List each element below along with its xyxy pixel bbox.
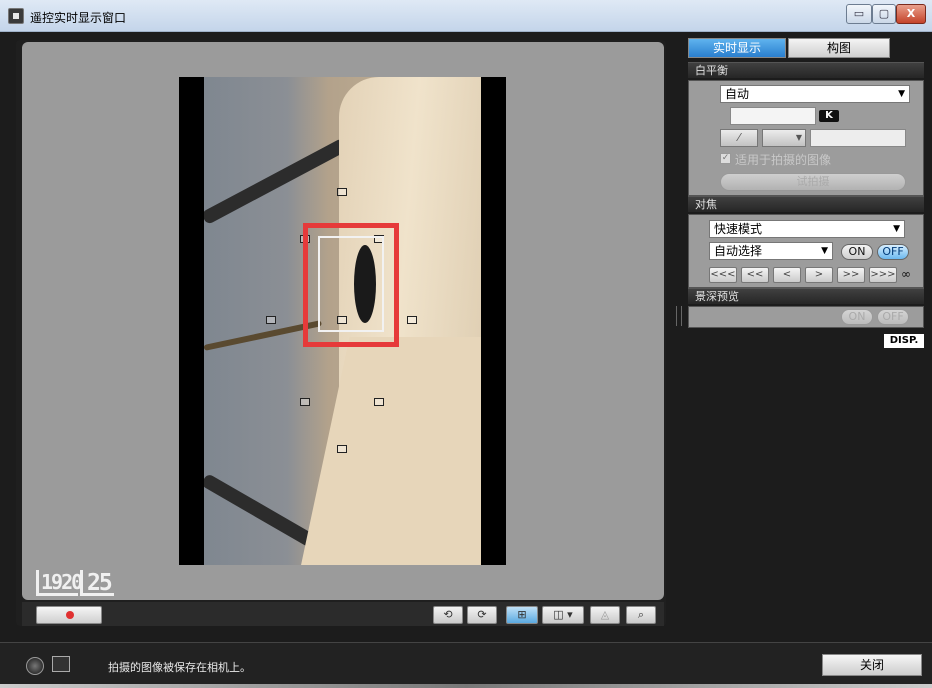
dof-section: ON OFF xyxy=(688,306,924,328)
wb-preset-dropdown[interactable]: ▼ xyxy=(762,129,806,147)
kelvin-field[interactable] xyxy=(730,107,816,125)
af-point-value: 自动选择 xyxy=(714,244,763,258)
af-on-button[interactable]: ON xyxy=(841,244,873,260)
white-balance-section: 自动 ▼ K ⁄ ▼ ✓ 适用于拍摄的图像 试拍摄 xyxy=(688,80,924,196)
chevron-down-icon: ▼ xyxy=(795,133,802,142)
eyedropper-icon: ⁄ xyxy=(738,131,740,144)
close-window-button[interactable]: X xyxy=(896,4,926,24)
status-message: 拍摄的图像被保存在相机上。 xyxy=(108,661,251,674)
record-icon xyxy=(66,611,74,619)
tripod-leg xyxy=(204,137,349,226)
app-icon xyxy=(8,8,24,24)
chevron-down-icon: ▼ xyxy=(821,246,828,256)
grid-button[interactable]: ⊞ xyxy=(506,606,538,624)
dof-on-button[interactable]: ON xyxy=(841,309,873,325)
white-balance-select[interactable]: 自动 ▼ xyxy=(720,85,910,103)
close-button[interactable]: 关闭 xyxy=(822,654,922,676)
af-point-select[interactable]: 自动选择 ▼ xyxy=(709,242,833,260)
focus-far-3-button[interactable]: >>> xyxy=(869,267,897,283)
af-point[interactable] xyxy=(337,188,347,196)
wb-custom-field[interactable] xyxy=(810,129,906,147)
minimize-button[interactable]: ▭ xyxy=(846,4,872,24)
histogram-button[interactable]: ◬ xyxy=(590,606,620,624)
af-point[interactable] xyxy=(407,316,417,324)
disp-button[interactable]: DISP. xyxy=(884,334,924,348)
control-panel: 实时显示 构图 白平衡 自动 ▼ K ⁄ ▼ ✓ 适用于拍摄的图像 试拍摄 对焦… xyxy=(688,38,926,638)
tab-composition[interactable]: 构图 xyxy=(788,38,890,58)
dof-off-button[interactable]: OFF xyxy=(877,309,909,325)
camera-save-icon xyxy=(52,656,70,672)
zoom-button[interactable]: ⌕ xyxy=(626,606,656,624)
backdrop-cloth xyxy=(298,337,481,565)
tab-live-view[interactable]: 实时显示 xyxy=(688,38,786,58)
status-bar: 拍摄的图像被保存在相机上。 关闭 xyxy=(0,642,932,688)
focus-near-1-button[interactable]: < xyxy=(773,267,801,283)
focus-nav: <<< << < > >> >>> ∞ xyxy=(709,267,919,283)
panel-splitter[interactable] xyxy=(676,306,682,326)
title-bar: 遥控实时显示窗口 ▭ ▢ X xyxy=(0,0,932,32)
kelvin-k-icon: K xyxy=(819,110,839,122)
resolution-badge: 1920 xyxy=(36,570,83,596)
infinity-icon: ∞ xyxy=(901,267,911,281)
af-point[interactable] xyxy=(374,398,384,406)
window-title: 遥控实时显示窗口 xyxy=(30,11,127,25)
af-off-button[interactable]: OFF xyxy=(877,244,909,260)
bottom-edge xyxy=(0,684,932,688)
focus-near-2-button[interactable]: << xyxy=(741,267,769,283)
test-shot-button[interactable]: 试拍摄 xyxy=(720,173,906,191)
focus-mode-value: 快速模式 xyxy=(714,222,763,236)
apply-checkbox[interactable]: ✓ xyxy=(720,153,731,164)
focus-far-2-button[interactable]: >> xyxy=(837,267,865,283)
eyedropper-button[interactable]: ⁄ xyxy=(720,129,758,147)
focus-section: 快速模式 ▼ 自动选择 ▼ ON OFF <<< << < > >> >>> ∞ xyxy=(688,214,924,288)
rotate-left-button[interactable]: ⟲ xyxy=(433,606,463,624)
af-point[interactable] xyxy=(266,316,276,324)
maximize-button[interactable]: ▢ xyxy=(872,4,896,24)
white-balance-value: 自动 xyxy=(725,87,750,101)
af-point[interactable] xyxy=(337,445,347,453)
focus-mode-select[interactable]: 快速模式 ▼ xyxy=(709,220,905,238)
disp-label: DISP. xyxy=(889,335,919,346)
apply-label: 适用于拍摄的图像 xyxy=(735,153,832,167)
focus-header: 对焦 xyxy=(688,196,924,212)
rotate-right-button[interactable]: ⟳ xyxy=(467,606,497,624)
frame-select-button[interactable]: ◫ ▾ xyxy=(542,606,584,624)
white-balance-header: 白平衡 xyxy=(688,62,924,78)
zoom-frame[interactable] xyxy=(303,223,399,347)
dof-header: 景深预览 xyxy=(688,288,924,304)
chevron-down-icon: ▼ xyxy=(893,224,900,234)
focus-far-1-button[interactable]: > xyxy=(805,267,833,283)
record-button[interactable] xyxy=(36,606,102,624)
focus-near-3-button[interactable]: <<< xyxy=(709,267,737,283)
status-indicator-icon xyxy=(26,657,44,675)
fps-badge: 25 xyxy=(80,570,114,596)
af-point[interactable] xyxy=(300,398,310,406)
chevron-down-icon: ▼ xyxy=(898,89,905,99)
